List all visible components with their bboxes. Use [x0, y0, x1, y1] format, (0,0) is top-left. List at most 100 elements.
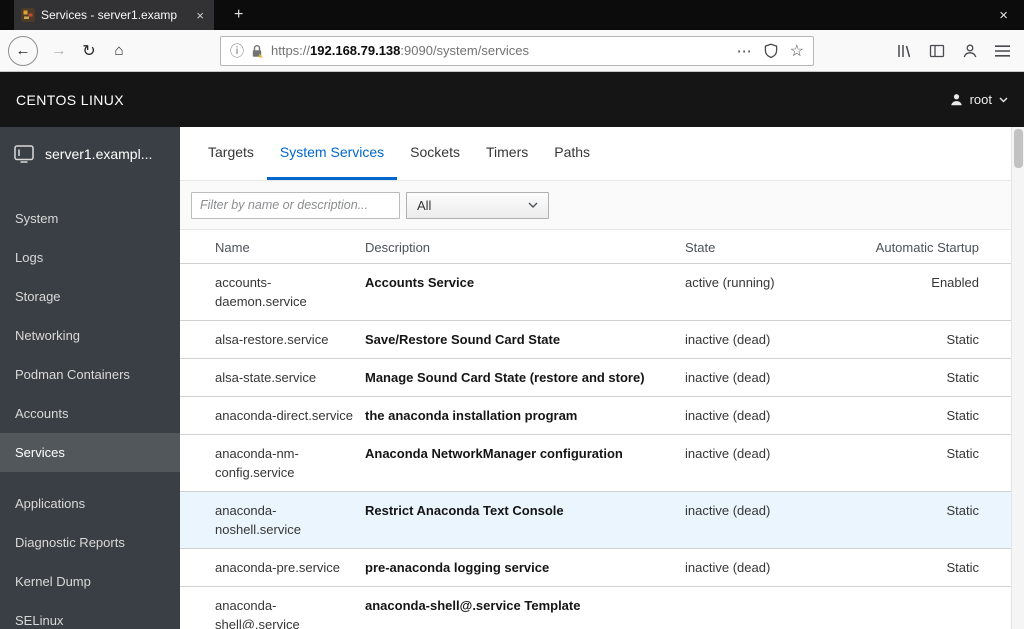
- service-state: inactive (dead): [685, 408, 771, 423]
- new-tab-button[interactable]: +: [228, 6, 249, 24]
- filter-bar: All: [180, 180, 1011, 230]
- main-content: Targets System Services Sockets Timers Paths…: [180, 127, 1024, 629]
- table-row-anaconda-nm-config-service[interactable]: anaconda-nm-config.service Anaconda Netwo…: [180, 435, 1011, 492]
- chevron-down-icon: [528, 202, 538, 208]
- library-icon[interactable]: [896, 43, 912, 59]
- service-state: active (running): [685, 275, 775, 290]
- brand-label: CENTOS LINUX: [16, 91, 125, 108]
- tab-close-icon[interactable]: ×: [193, 8, 207, 23]
- shield-icon[interactable]: [764, 43, 778, 59]
- service-name: anaconda-noshell.service: [215, 503, 301, 537]
- forward-button[interactable]: →: [44, 36, 74, 66]
- filter-input[interactable]: [191, 191, 400, 219]
- service-startup: [870, 596, 979, 629]
- tab-timers[interactable]: Timers: [473, 127, 541, 180]
- table-row-anaconda-direct-service[interactable]: anaconda-direct.service the anaconda inst…: [180, 397, 1011, 435]
- app-body: server1.exampl... System Logs Storage Netwo…: [0, 127, 1024, 629]
- sidebar-item-diagnostic-reports[interactable]: Diagnostic Reports: [0, 523, 180, 562]
- sidebar-item-accounts[interactable]: Accounts: [0, 394, 180, 433]
- service-name: anaconda-pre.service: [215, 560, 341, 575]
- sidebar-nav: System Logs Storage Networking Podman Contai…: [0, 179, 180, 629]
- table-row-alsa-state-service[interactable]: alsa-state.service Manage Sound Card Stat…: [180, 359, 1011, 397]
- url-host: 192.168.79.138: [310, 43, 401, 58]
- state-filter-dropdown[interactable]: All: [406, 191, 549, 219]
- service-state: inactive (dead): [685, 370, 771, 385]
- bookmark-star-icon[interactable]: ☆: [790, 41, 804, 61]
- reload-button[interactable]: ↻: [74, 36, 104, 66]
- service-description: Restrict Anaconda Text Console: [365, 503, 564, 518]
- col-header-description: Description: [365, 240, 431, 255]
- service-startup: Static: [946, 446, 979, 461]
- service-name: anaconda-direct.service: [215, 408, 354, 423]
- service-description: Save/Restore Sound Card State: [365, 332, 561, 347]
- lock-icon[interactable]: [251, 44, 263, 58]
- scrollbar[interactable]: [1011, 127, 1024, 629]
- table-row-anaconda-shell-service[interactable]: anaconda-shell@.service anaconda-shell@.s…: [180, 587, 1011, 629]
- service-name: anaconda-nm-config.service: [215, 446, 299, 480]
- tab-paths[interactable]: Paths: [541, 127, 603, 180]
- tab-system-services[interactable]: System Services: [266, 127, 398, 180]
- url-scheme: https://: [271, 43, 311, 58]
- user-menu[interactable]: root: [950, 92, 1008, 107]
- sidebar-toggle-icon[interactable]: [929, 43, 945, 59]
- sidebar-item-applications[interactable]: Applications: [0, 484, 180, 523]
- sidebar-item-storage[interactable]: Storage: [0, 277, 180, 316]
- window-close-button[interactable]: ×: [995, 7, 1012, 24]
- scrollbar-thumb[interactable]: [1014, 129, 1023, 168]
- table-row-accounts-daemon-service[interactable]: accounts-daemon.service Accounts Service a…: [180, 264, 1011, 321]
- tab-sockets[interactable]: Sockets: [397, 127, 473, 180]
- service-startup: Static: [946, 332, 979, 347]
- site-info-icon[interactable]: ⓘ: [230, 41, 244, 61]
- browser-tab[interactable]: Services - server1.examp ×: [14, 0, 214, 30]
- browser-tab-bar: Services - server1.examp × + ×: [0, 0, 1024, 30]
- service-startup: Static: [946, 408, 979, 423]
- service-startup: Enabled: [931, 275, 979, 290]
- url-bar[interactable]: ⓘ https://192.168.79.138:9090/system/ser…: [220, 35, 814, 66]
- service-name: accounts-daemon.service: [215, 275, 307, 309]
- tab-title: Services - server1.examp: [41, 8, 178, 22]
- user-name: root: [969, 92, 992, 107]
- back-button[interactable]: ←: [8, 35, 38, 66]
- service-description: the anaconda installation program: [365, 408, 578, 423]
- tab-targets[interactable]: Targets: [195, 127, 267, 180]
- table-row-anaconda-noshell-service[interactable]: anaconda-noshell.service Restrict Anacond…: [180, 492, 1011, 549]
- service-name: alsa-restore.service: [215, 332, 329, 347]
- toolbar-right: [896, 43, 1010, 59]
- service-state: [685, 596, 870, 629]
- sidebar-item-services[interactable]: Services: [0, 433, 180, 472]
- host-selector[interactable]: server1.exampl...: [0, 127, 180, 179]
- user-icon: [950, 94, 962, 106]
- service-description: Anaconda NetworkManager configuration: [365, 446, 623, 461]
- service-description: anaconda-shell@.service Template: [365, 598, 581, 613]
- chevron-down-icon: [999, 97, 1008, 102]
- home-button[interactable]: ⌂: [104, 36, 134, 66]
- masthead: CENTOS LINUX root: [0, 72, 1024, 127]
- sidebar-item-podman-containers[interactable]: Podman Containers: [0, 355, 180, 394]
- service-description: Manage Sound Card State (restore and sto…: [365, 370, 645, 385]
- service-state: inactive (dead): [685, 332, 771, 347]
- sidebar-item-logs[interactable]: Logs: [0, 238, 180, 277]
- service-state: inactive (dead): [685, 560, 771, 575]
- sidebar-item-system[interactable]: System: [0, 199, 180, 238]
- service-startup: Static: [946, 560, 979, 575]
- sidebar-item-kernel-dump[interactable]: Kernel Dump: [0, 562, 180, 601]
- service-startup: Static: [946, 370, 979, 385]
- table-row-alsa-restore-service[interactable]: alsa-restore.service Save/Restore Sound C…: [180, 321, 1011, 359]
- account-icon[interactable]: [962, 43, 978, 59]
- hamburger-menu-icon[interactable]: [995, 44, 1010, 57]
- sidebar-item-networking[interactable]: Networking: [0, 316, 180, 355]
- services-tabs: Targets System Services Sockets Timers Paths: [180, 127, 1011, 180]
- col-header-state: State: [685, 240, 716, 255]
- url-path: :9090/system/services: [400, 43, 530, 58]
- service-description: pre-anaconda logging service: [365, 560, 550, 575]
- service-state: inactive (dead): [685, 446, 771, 461]
- sidebar: server1.exampl... System Logs Storage Netwo…: [0, 127, 180, 629]
- service-startup: Static: [946, 503, 979, 518]
- services-table: accounts-daemon.service Accounts Service a…: [180, 264, 1011, 629]
- table-row-anaconda-pre-service[interactable]: anaconda-pre.service pre-anaconda logging…: [180, 549, 1011, 587]
- state-filter-value: All: [417, 197, 432, 213]
- sidebar-item-selinux[interactable]: SELinux: [0, 601, 180, 629]
- page-actions-icon[interactable]: ⋯: [737, 42, 752, 60]
- host-icon: [14, 145, 34, 163]
- service-description: Accounts Service: [365, 275, 475, 290]
